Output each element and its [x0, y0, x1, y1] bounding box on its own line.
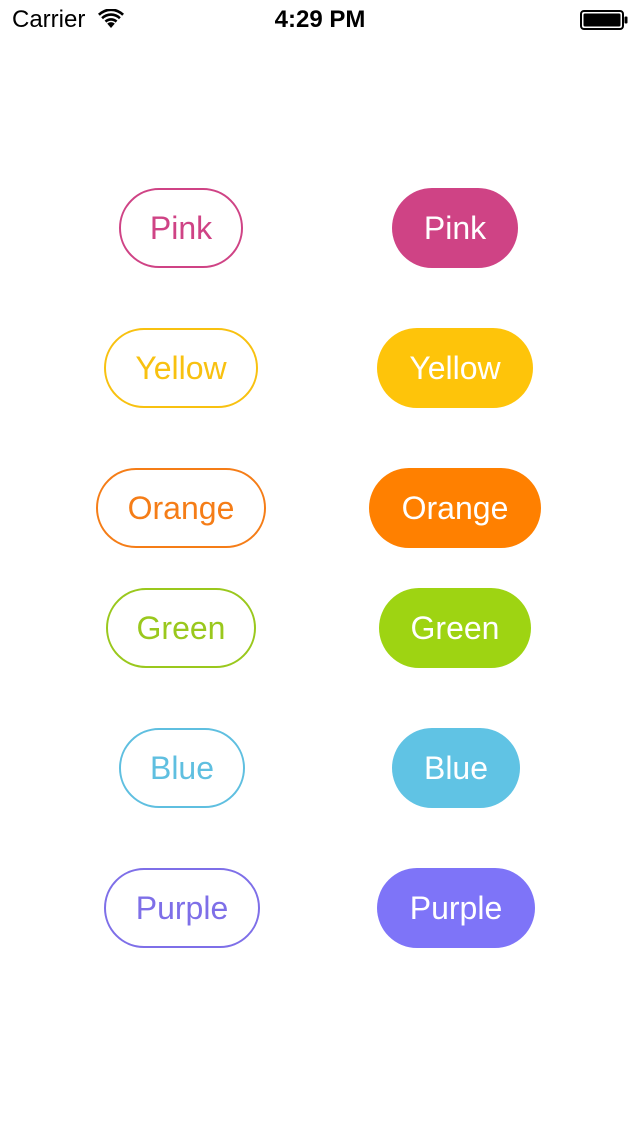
status-bar: Carrier 4:29 PM	[0, 0, 640, 40]
blue-outline-button[interactable]: Blue	[119, 728, 245, 808]
purple-outline-button[interactable]: Purple	[104, 868, 260, 948]
pink-filled-button[interactable]: Pink	[392, 188, 518, 268]
orange-filled-button[interactable]: Orange	[369, 468, 541, 548]
orange-outline-button[interactable]: Orange	[96, 468, 266, 548]
status-time: 4:29 PM	[274, 6, 366, 33]
battery-icon	[580, 10, 628, 30]
pink-outline-button[interactable]: Pink	[119, 188, 243, 268]
purple-filled-button[interactable]: Purple	[377, 868, 535, 948]
green-outline-button[interactable]: Green	[106, 588, 256, 668]
yellow-outline-button[interactable]: Yellow	[104, 328, 258, 408]
green-filled-button[interactable]: Green	[379, 588, 531, 668]
blue-filled-button[interactable]: Blue	[392, 728, 520, 808]
yellow-filled-button[interactable]: Yellow	[377, 328, 533, 408]
